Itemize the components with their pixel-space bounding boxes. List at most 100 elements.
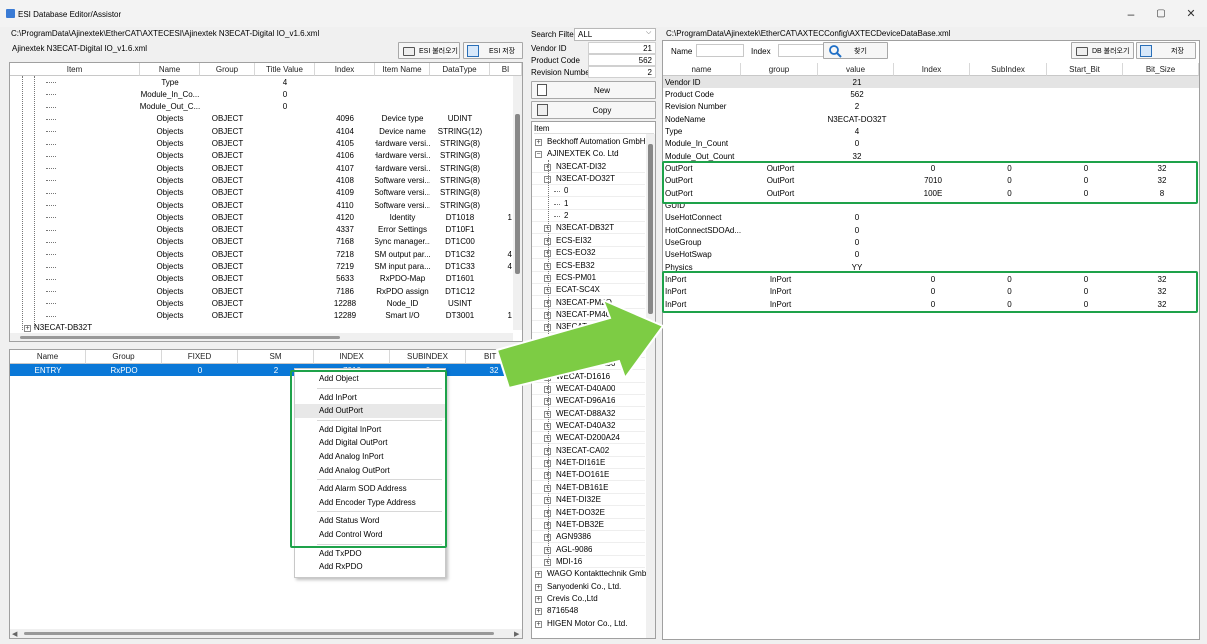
db-row[interactable]: UseGroup 0 [663, 237, 1199, 249]
tree-item[interactable]: + WAGO Kontakttechnik GmbH [532, 568, 652, 580]
table-row[interactable]: Module_In_Co... 0 [10, 88, 513, 100]
db-col-subindex[interactable]: SubIndex [970, 63, 1047, 76]
table-row[interactable]: Objects OBJECT 4120 Identity DT1018 1 [10, 211, 513, 223]
minimize-button[interactable]: – [1116, 0, 1146, 27]
table-row[interactable]: Objects OBJECT 7218 SM output par... DT1C32 4 [10, 248, 513, 260]
pdo-col-subindex[interactable]: SUBINDEX [390, 350, 466, 364]
col-title-value[interactable]: Title Value [255, 63, 315, 76]
db-row[interactable]: HotConnectSDOAd... 0 [663, 224, 1199, 236]
table-row[interactable]: Objects OBJECT 4096 Device type UDINT [10, 113, 513, 125]
db-row[interactable]: UseHotConnect 0 [663, 212, 1199, 224]
product-code-field[interactable]: 562 [588, 54, 656, 66]
db-row[interactable]: OutPort OutPort 100E 0 0 8 [663, 187, 1199, 199]
scroll-left-icon[interactable]: ◀ [12, 630, 17, 638]
pdo-col-name[interactable]: Name [10, 350, 86, 364]
table-row[interactable]: Objects OBJECT 4105 Hardware versi... STRING… [10, 138, 513, 150]
collapse-icon[interactable]: − [535, 151, 542, 159]
pdo-col-sm[interactable]: SM [238, 350, 314, 364]
expand-icon[interactable]: + [24, 325, 31, 332]
db-row[interactable]: Module_In_Count 0 [663, 138, 1199, 150]
db-save-button[interactable]: 저장 [1136, 42, 1196, 59]
menu-item[interactable]: Add Status Word [295, 514, 447, 528]
pdo-col-group[interactable]: Group [86, 350, 162, 364]
db-row[interactable]: InPort InPort 0 0 0 32 [663, 286, 1199, 298]
db-row[interactable]: Product Code 562 [663, 88, 1199, 100]
esi-save-button[interactable]: ESI 저장 [463, 42, 523, 59]
db-row[interactable]: UseHotSwap 0 [663, 249, 1199, 261]
pdo-col-index[interactable]: INDEX [314, 350, 390, 364]
db-row[interactable]: OutPort OutPort 0 0 0 32 [663, 162, 1199, 174]
index-filter-input[interactable] [778, 44, 826, 57]
expand-icon[interactable]: + [535, 583, 542, 591]
db-row[interactable]: Vendor ID 21 [663, 76, 1199, 88]
close-button[interactable]: ✕ [1176, 0, 1206, 27]
horizontal-scrollbar[interactable]: ◀ ▶ [10, 629, 522, 638]
col-name[interactable]: Name [140, 63, 200, 76]
db-row[interactable]: InPort InPort 0 0 0 32 [663, 274, 1199, 286]
menu-item[interactable]: Add OutPort [295, 404, 447, 419]
menu-item[interactable]: Add RxPDO [295, 560, 447, 574]
menu-item[interactable]: Add TxPDO [295, 547, 447, 561]
table-row[interactable]: Objects OBJECT 7219 SM input para... DT1C33 4 [10, 261, 513, 273]
db-row[interactable]: GUID [663, 200, 1199, 212]
pdo-col-fixed[interactable]: FIXED [162, 350, 238, 364]
menu-item[interactable]: Add Object [295, 372, 447, 386]
vertical-scrollbar[interactable] [513, 76, 522, 330]
col-index[interactable]: Index [315, 63, 375, 76]
tree-item[interactable]: + Sanyodenki Co., Ltd. [532, 581, 645, 593]
scroll-thumb[interactable] [20, 336, 340, 339]
menu-item[interactable]: Add Analog InPort [295, 450, 447, 464]
db-row[interactable]: OutPort OutPort 7010 0 0 32 [663, 175, 1199, 187]
scroll-right-icon[interactable]: ▶ [514, 630, 519, 638]
menu-item[interactable]: Add Analog OutPort [295, 464, 447, 478]
menu-item[interactable]: Add Control Word [295, 528, 447, 542]
tree-item[interactable]: +8716548 [532, 605, 645, 617]
db-row[interactable]: Physics YY [663, 261, 1199, 273]
vendor-id-field[interactable]: 21 [588, 42, 656, 54]
table-row[interactable]: Objects OBJECT 12288 Node_ID USINT [10, 297, 513, 309]
scroll-thumb[interactable] [648, 144, 653, 314]
scroll-thumb[interactable] [24, 632, 494, 635]
col-item[interactable]: Item [10, 63, 140, 76]
table-row[interactable]: Objects OBJECT 4104 Device name STRING(12) [10, 125, 513, 137]
db-row[interactable]: InPort InPort 0 0 0 32 [663, 298, 1199, 310]
db-col-index[interactable]: Index [894, 63, 970, 76]
horizontal-scrollbar[interactable] [10, 333, 513, 341]
db-col-name[interactable]: name [663, 63, 741, 76]
tree-item[interactable]: − AJINEXTEK Co. Ltd [532, 148, 645, 160]
expand-icon[interactable]: + [535, 571, 542, 579]
db-col-bit-size[interactable]: Bit_Size [1123, 63, 1199, 76]
expand-icon[interactable]: + [535, 139, 542, 146]
table-row[interactable]: Objects OBJECT 7168 Sync manager... DT1C00 [10, 236, 513, 248]
tree-item[interactable]: + Crevis Co.,Ltd [532, 593, 645, 605]
expand-icon[interactable]: + [535, 595, 542, 603]
table-row[interactable]: Module_Out_C... 0 [10, 101, 513, 113]
tree-item[interactable]: + HIGEN Motor Co., Ltd. [532, 618, 645, 630]
table-row[interactable]: Objects OBJECT 12289 Smart I/O DT3001 1 [10, 310, 513, 322]
table-row[interactable]: Type 4 [10, 76, 513, 88]
table-row[interactable]: Objects OBJECT 4106 Hardware versi... STRING… [10, 150, 513, 162]
table-row[interactable]: Objects OBJECT 4109 Software versi... STRING… [10, 187, 513, 199]
table-row[interactable]: Objects OBJECT 7186 RxPDO assign DT1C12 [10, 285, 513, 297]
revision-field[interactable]: 2 [588, 66, 656, 78]
db-row[interactable]: NodeName N3ECAT-DO32T [663, 113, 1199, 125]
db-load-button[interactable]: DB 불러오기 [1071, 42, 1134, 59]
search-filter-select[interactable]: ALL ⌵ [574, 28, 656, 41]
col-item-name[interactable]: Item Name [375, 63, 430, 76]
search-button[interactable]: 찾기 [823, 42, 888, 59]
db-row[interactable]: Module_Out_Count 32 [663, 150, 1199, 162]
db-row[interactable]: Revision Number 2 [663, 101, 1199, 113]
menu-item[interactable]: Add Alarm SOD Address [295, 482, 447, 496]
maximize-button[interactable]: ▢ [1146, 0, 1176, 27]
expand-icon[interactable]: + [535, 620, 542, 628]
menu-item[interactable]: Add Encoder Type Address [295, 496, 447, 510]
col-datatype[interactable]: DataType [430, 63, 490, 76]
name-filter-input[interactable] [696, 44, 744, 57]
menu-item[interactable]: Add Digital InPort [295, 423, 447, 437]
scroll-thumb[interactable] [515, 114, 520, 274]
new-button[interactable]: New [531, 81, 656, 99]
db-col-start-bit[interactable]: Start_Bit [1047, 63, 1123, 76]
expand-icon[interactable]: + [535, 608, 542, 616]
table-row[interactable]: Objects OBJECT 4337 Error Settings DT10F1 [10, 224, 513, 236]
col-bi[interactable]: BI [490, 63, 522, 76]
